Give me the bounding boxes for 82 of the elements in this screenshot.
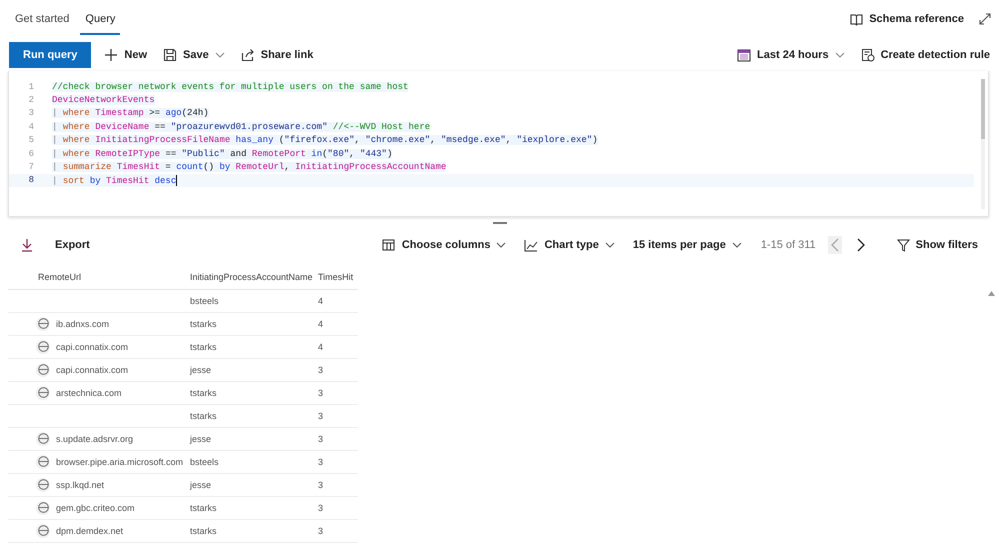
table-cell: 3 (318, 411, 324, 421)
resize-handle[interactable] (492, 222, 506, 224)
query-editor[interactable] (8, 71, 989, 217)
globe-icon (36, 500, 50, 515)
chevron-left-icon (830, 238, 839, 252)
table-cell: bsteels (190, 296, 219, 306)
share-icon (240, 48, 255, 62)
table-cell: ssp.lkqd.net (56, 480, 104, 490)
table-cell: tstarks (190, 388, 217, 398)
table-cell: dpm.demdex.net (56, 526, 124, 536)
table-cell: capi.connatix.com (56, 342, 128, 352)
table-cell: arstechnica.com (56, 388, 122, 398)
scrollbar[interactable] (981, 79, 985, 209)
table-cell: jesse (190, 365, 212, 375)
line-number: 6 (28, 148, 35, 159)
table-cell: gem.gbc.criteo.com (56, 502, 135, 513)
globe-icon (36, 362, 50, 377)
save-icon (163, 48, 178, 62)
table-cell: 3 (318, 365, 324, 375)
chart-icon (524, 238, 538, 252)
time-range-dropdown[interactable]: Last 24 hours (734, 44, 848, 66)
table-cell: 4 (318, 342, 324, 352)
tab[interactable]: Get started (10, 3, 74, 35)
page-range: 1-15 of 311 (760, 239, 816, 251)
table-cell: 3 (318, 526, 324, 536)
save-button[interactable]: Save (160, 44, 228, 66)
table-cell: 3 (318, 480, 324, 490)
globe-icon (36, 478, 50, 492)
globe-icon (36, 386, 50, 400)
download-icon (21, 238, 33, 252)
tab[interactable]: Query (80, 3, 120, 35)
page-size-dropdown[interactable]: 15 items per page (630, 235, 745, 255)
chart-type-dropdown[interactable]: Chart type (521, 234, 618, 256)
table-cell: tstarks (190, 411, 217, 421)
export-button[interactable]: Export (18, 234, 93, 256)
table-cell: tstarks (190, 342, 217, 352)
plus-icon (104, 48, 118, 62)
globe-icon (36, 340, 50, 354)
filter-icon (896, 238, 910, 252)
globe-icon (36, 524, 50, 538)
column-header[interactable]: TimesHit (318, 272, 354, 282)
create-detection-rule-button[interactable]: Create detection rule (858, 44, 993, 66)
share-button[interactable]: Share link (238, 44, 316, 66)
globe-icon (36, 316, 50, 331)
table-cell: tstarks (190, 526, 217, 536)
book-icon (850, 12, 864, 26)
schema-reference-button[interactable]: Schema reference (847, 8, 967, 30)
line-number: 7 (28, 162, 35, 172)
calendar-icon (737, 48, 752, 62)
show-filters-button[interactable]: Show filters (894, 234, 981, 256)
plus-button[interactable]: New (101, 44, 150, 66)
table-cell: 3 (318, 434, 324, 444)
line-number: 4 (28, 122, 35, 132)
chevron-right-icon (856, 238, 865, 252)
table-cell: 3 (318, 388, 324, 398)
line-number: 5 (28, 135, 35, 146)
table-cell: 3 (318, 503, 324, 513)
line-number: 1 (28, 82, 35, 92)
line-number: 2 (28, 95, 35, 106)
table-cell: jesse (190, 480, 212, 490)
table-cell: browser.pipe.aria.microsoft.com (56, 456, 184, 467)
column-header[interactable]: RemoteUrl (38, 272, 82, 282)
table-cell: jesse (190, 434, 212, 444)
table-cell: 4 (318, 296, 324, 306)
scroll-up-icon[interactable] (988, 291, 995, 296)
line-number: 3 (28, 108, 35, 118)
table-cell: s.update.adsrvr.org (56, 434, 134, 444)
table-cell: 4 (318, 319, 324, 329)
globe-icon (36, 432, 50, 446)
globe-icon (36, 454, 50, 469)
column-header[interactable]: InitiatingProcessAccountName (190, 272, 313, 282)
columns-icon (382, 238, 396, 252)
table-cell: bsteels (190, 457, 219, 467)
expand-icon[interactable] (979, 13, 991, 25)
table-cell: capi.connatix.com (56, 364, 128, 375)
choose-columns-dropdown[interactable]: Choose columns (378, 234, 510, 256)
run-query-button[interactable]: Run query (9, 42, 92, 68)
table-cell: ib.adnxs.com (56, 318, 110, 329)
table-cell: 3 (318, 457, 324, 467)
line-number: 8 (28, 175, 35, 186)
table-cell: tstarks (190, 503, 217, 513)
table-cell: tstarks (190, 319, 217, 329)
